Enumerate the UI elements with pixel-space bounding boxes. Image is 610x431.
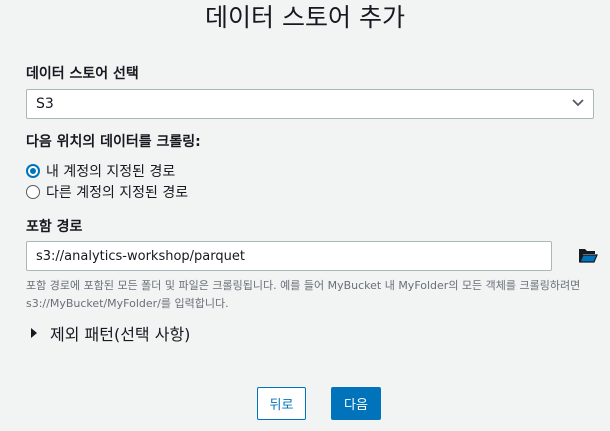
crawl-location-label: 다음 위치의 데이터를 크롤링: — [26, 134, 201, 150]
page-title: 데이터 스토어 추가 — [205, 3, 405, 32]
radio-my-account-label: 내 계정의 지정된 경로 — [46, 164, 176, 180]
datastore-select[interactable]: S3 — [26, 89, 594, 119]
radio-other-account-label: 다른 계정의 지정된 경로 — [46, 185, 189, 201]
caret-right-icon — [31, 328, 37, 338]
radio-my-account[interactable]: 내 계정의 지정된 경로 — [26, 161, 175, 181]
datastore-label: 데이터 스토어 선택 — [26, 66, 139, 82]
radio-button-checked[interactable] — [26, 164, 40, 178]
exclude-pattern-toggle[interactable]: 제외 패턴(선택 사항) — [30, 321, 190, 345]
include-path-help-text: 포함 경로에 포함된 모든 폴더 및 파일은 크롤링됩니다. 예를 들어 MyB… — [26, 279, 581, 310]
next-button[interactable]: 다음 — [331, 387, 381, 420]
folder-open-icon[interactable] — [578, 246, 598, 264]
radio-other-account[interactable]: 다른 계정의 지정된 경로 — [26, 182, 188, 202]
datastore-selected-value: S3 — [36, 96, 54, 112]
back-button[interactable]: 뒤로 — [257, 387, 306, 420]
chevron-down-icon — [572, 99, 584, 107]
include-path-input[interactable] — [26, 241, 552, 271]
include-path-label: 포함 경로 — [26, 219, 83, 235]
radio-button-unchecked[interactable] — [26, 185, 40, 199]
exclude-pattern-label: 제외 패턴(선택 사항) — [50, 325, 191, 344]
